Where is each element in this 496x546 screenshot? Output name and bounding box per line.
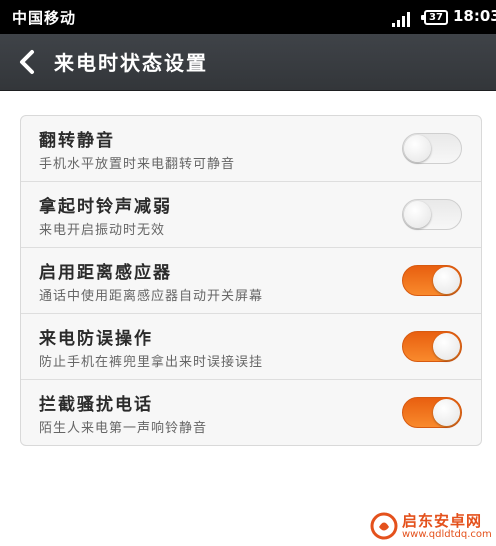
battery-level: 37 bbox=[429, 12, 443, 23]
block-harassment-toggle[interactable] bbox=[402, 397, 462, 428]
setting-title: 翻转静音 bbox=[39, 131, 115, 151]
setting-description: 陌生人来电第一声响铃静音 bbox=[39, 421, 208, 436]
setting-title: 拿起时铃声减弱 bbox=[39, 197, 172, 217]
clock: 18:03 bbox=[453, 7, 496, 25]
toggle-knob bbox=[433, 399, 460, 426]
settings-list: 翻转静音 手机水平放置时来电翻转可静音 拿起时铃声减弱 来电开启振动时无效 启用… bbox=[20, 115, 482, 446]
pickup-quiet-toggle[interactable] bbox=[402, 199, 462, 230]
proximity-sensor-toggle[interactable] bbox=[402, 265, 462, 296]
setting-description: 防止手机在裤兜里拿出来时误接误挂 bbox=[39, 355, 264, 370]
anti-misoperation-toggle[interactable] bbox=[402, 331, 462, 362]
battery-icon: 37 bbox=[421, 10, 448, 25]
page-title: 来电时状态设置 bbox=[54, 51, 208, 75]
setting-description: 手机水平放置时来电翻转可静音 bbox=[39, 157, 236, 172]
setting-title: 来电防误操作 bbox=[39, 329, 153, 349]
setting-title: 启用距离感应器 bbox=[39, 263, 172, 283]
setting-row-proximity-sensor[interactable]: 启用距离感应器 通话中使用距离感应器自动开关屏幕 bbox=[21, 248, 481, 314]
setting-description: 来电开启振动时无效 bbox=[39, 223, 166, 238]
setting-description: 通话中使用距离感应器自动开关屏幕 bbox=[39, 289, 264, 304]
signal-icon bbox=[392, 11, 414, 27]
flip-mute-toggle[interactable] bbox=[402, 133, 462, 164]
title-bar: 来电时状态设置 bbox=[0, 34, 496, 91]
back-arrow-icon[interactable] bbox=[12, 42, 46, 82]
setting-row-flip-mute[interactable]: 翻转静音 手机水平放置时来电翻转可静音 bbox=[21, 116, 481, 182]
setting-row-anti-misoperation[interactable]: 来电防误操作 防止手机在裤兜里拿出来时误接误挂 bbox=[21, 314, 481, 380]
setting-title: 拦截骚扰电话 bbox=[39, 395, 153, 415]
site-watermark: 启东安卓网 www.qdldtdq.com bbox=[370, 508, 494, 544]
toggle-knob bbox=[404, 135, 431, 162]
watermark-url: www.qdldtdq.com bbox=[402, 529, 492, 540]
toggle-knob bbox=[433, 267, 460, 294]
carrier-name: 中国移动 bbox=[12, 9, 77, 27]
setting-row-pickup-quiet[interactable]: 拿起时铃声减弱 来电开启振动时无效 bbox=[21, 182, 481, 248]
toggle-knob bbox=[433, 333, 460, 360]
status-bar: 中国移动 37 18:03 bbox=[0, 0, 496, 34]
setting-row-block-harassment[interactable]: 拦截骚扰电话 陌生人来电第一声响铃静音 bbox=[21, 380, 481, 445]
toggle-knob bbox=[404, 201, 431, 228]
watermark-logo-icon bbox=[370, 512, 398, 540]
watermark-name: 启东安卓网 bbox=[402, 512, 483, 530]
